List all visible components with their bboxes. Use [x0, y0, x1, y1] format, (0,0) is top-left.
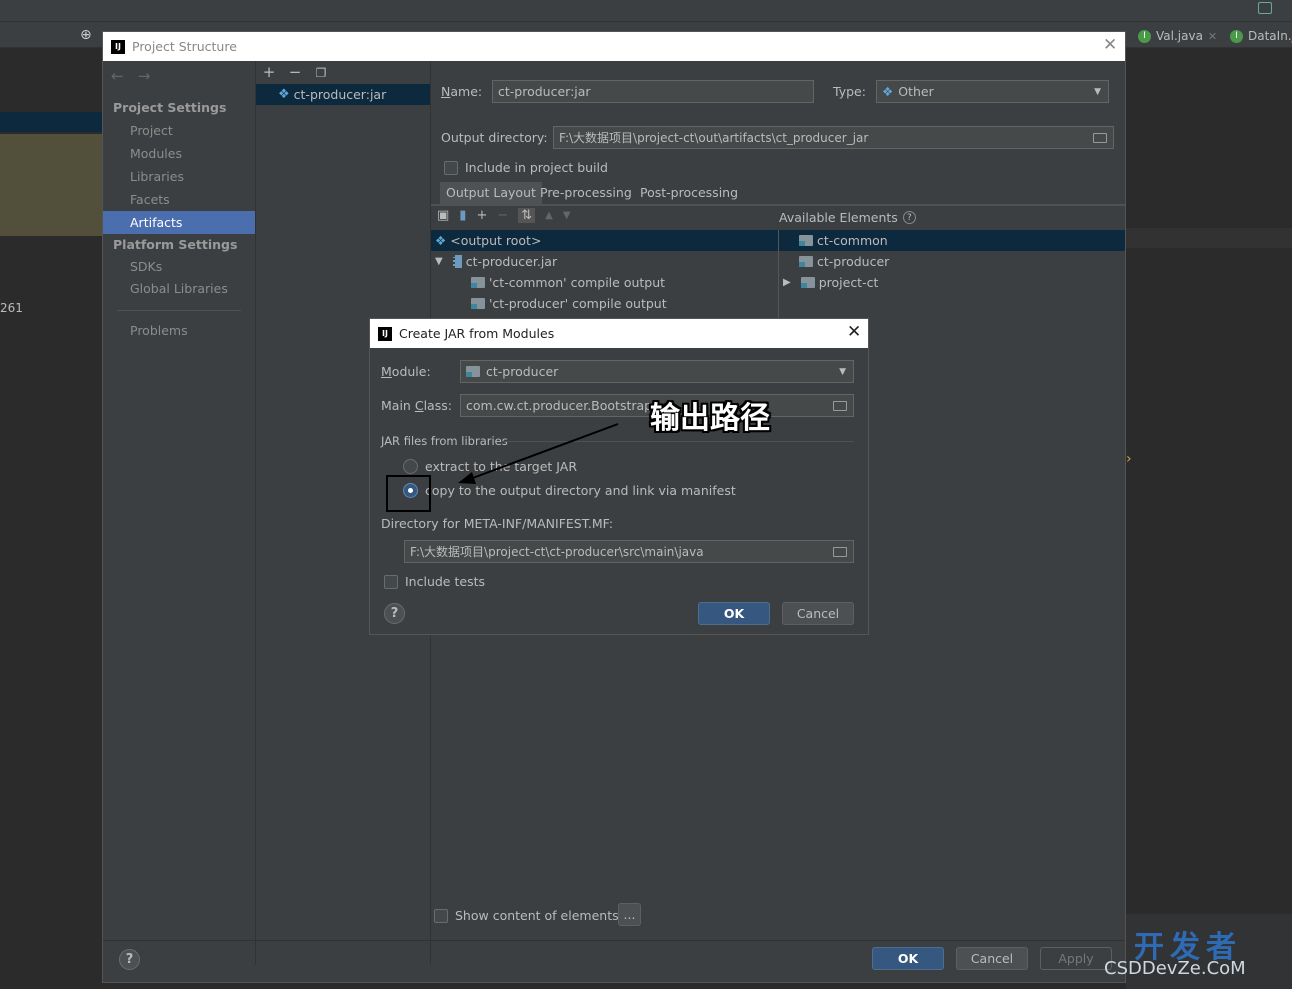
watermark-text: CSDDevZe.CoM [1104, 958, 1246, 979]
annotation-arrow [458, 423, 619, 484]
annotation-highlight-box [386, 475, 431, 512]
